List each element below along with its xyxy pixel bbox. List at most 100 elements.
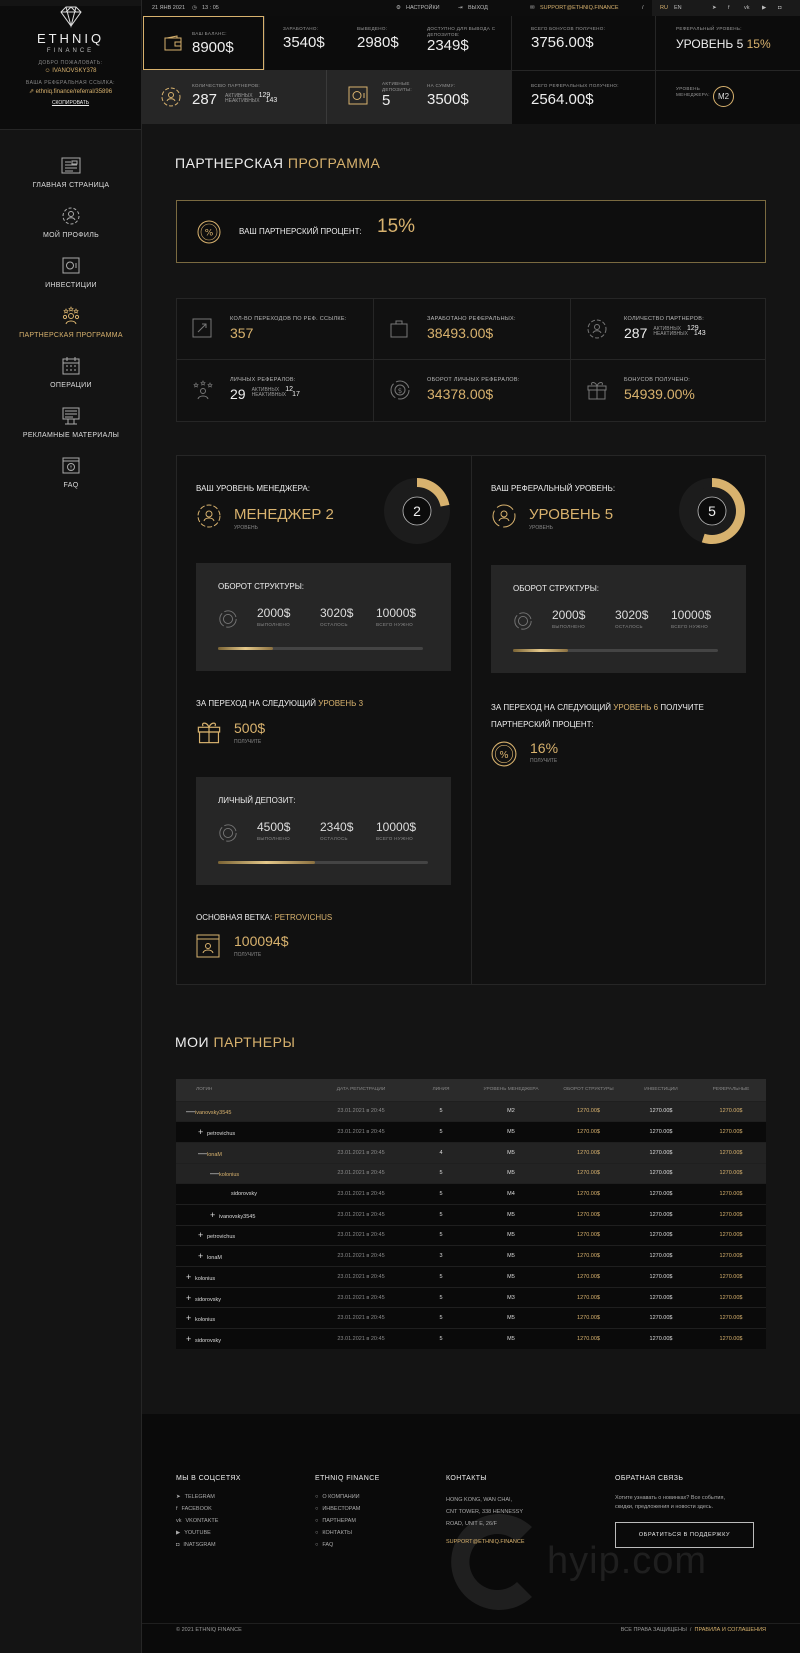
bonus-stat: ВСЕГО БОНУСОВ ПОЛУЧЕНО: 3756.00$ — [531, 26, 606, 51]
table-row[interactable]: —kolonius 23.01.2021 в 20:45 5 M5 1270.00$ 12… — [176, 1162, 766, 1184]
nav-home[interactable]: ГЛАВНАЯ СТРАНИЦА — [0, 156, 142, 189]
kpi-personal-refs: ЛИЧНЫХ РЕФЕРАЛОВ: 29 АКТИВНЫХ 12 НЕАКТИВНЫХ… — [230, 377, 300, 402]
referrals-cell: 1270.00$ — [696, 1141, 766, 1164]
footer-social: МЫ В СОЦСЕТЯХ ➤ TELEGRAM f FACEBOOK vk VKON… — [176, 1475, 241, 1548]
collapse-icon[interactable]: — — [210, 1168, 219, 1178]
expand-icon[interactable]: + — [186, 1272, 195, 1282]
table-row[interactable]: + petrovichus 23.01.2021 в 20:45 5 M5 1270.00… — [176, 1224, 766, 1246]
expand-icon[interactable]: + — [198, 1127, 207, 1137]
expand-icon[interactable]: + — [186, 1334, 195, 1344]
turnover-cell: 1270.00$ — [551, 1307, 626, 1329]
youtube-icon[interactable]: ▶ — [762, 5, 766, 11]
settings-link[interactable]: НАСТРОЙКИ — [406, 5, 440, 11]
divider — [264, 16, 265, 70]
footer-vk[interactable]: vk VKONTAKTE — [176, 1518, 241, 1524]
referrals-cell: 1270.00$ — [696, 1100, 766, 1122]
collapse-icon[interactable]: — — [186, 1106, 195, 1116]
footer-telegram[interactable]: ➤ TELEGRAM — [176, 1494, 241, 1500]
manager-level-cell: M4 — [471, 1183, 551, 1205]
footer-about[interactable]: ○ О КОМПАНИИ — [315, 1494, 380, 1500]
expand-icon[interactable]: + — [198, 1230, 207, 1240]
footer-instagram[interactable]: ◘ INATSGRAM — [176, 1542, 241, 1548]
ref-link[interactable]: ⇗ ethniq.finance/referral/35896 — [0, 88, 141, 95]
manager-level-name: МЕНЕДЖЕР 2 — [234, 506, 334, 523]
support-button[interactable]: ОБРАТИТЬСЯ В ПОДДЕРЖКУ — [615, 1522, 754, 1548]
manager-level-cell: M5 — [471, 1121, 551, 1143]
turnover-cell: 1270.00$ — [551, 1328, 626, 1350]
footer-facebook[interactable]: f FACEBOOK — [176, 1506, 241, 1512]
investments-cell: 1270.00$ — [626, 1183, 696, 1205]
expand-icon[interactable]: + — [198, 1251, 207, 1261]
svg-text:%: % — [499, 750, 508, 761]
coin-cycle-icon — [219, 824, 237, 842]
table-row[interactable]: + sidorovsky 23.01.2021 в 20:45 5 M3 1270.00$… — [176, 1286, 766, 1308]
nav-partner-program[interactable]: ПАРТНЕРСКАЯ ПРОГРАММА — [0, 306, 142, 339]
nav-faq[interactable]: FAQ — [0, 456, 142, 489]
footer-company: ETHNIQ FINANCE ○ О КОМПАНИИ ○ ИНВЕСТОРАМ ○… — [315, 1475, 380, 1548]
login-cell: —kolonius — [176, 1162, 311, 1184]
line-cell: 4 — [411, 1141, 471, 1164]
earned-stat: ЗАРАБОТАНО: 3540$ — [283, 26, 325, 51]
date-cell: 23.01.2021 в 20:45 — [311, 1162, 411, 1184]
page-title: ПАРТНЕРСКАЯ ПРОГРАММА — [175, 155, 381, 171]
telegram-icon[interactable]: ➤ — [712, 5, 717, 11]
footer-email-link[interactable]: SUPPORT@ETHNIQ.FINANCE — [446, 1536, 525, 1548]
date-cell: 23.01.2021 в 20:45 — [311, 1245, 411, 1267]
table-row[interactable]: + sidorovsky 23.01.2021 в 20:45 5 M5 1270.00$… — [176, 1328, 766, 1350]
kpi-earned: ЗАРАБОТАНО РЕФЕРАЛЬНЫХ: 38493.00$ — [427, 316, 516, 341]
footer-youtube[interactable]: ▶ YOUTUBE — [176, 1530, 241, 1536]
copy-link-button[interactable]: СКОПИРОВАТЬ — [0, 100, 141, 106]
nav-investments[interactable]: ИНВЕСТИЦИИ — [0, 256, 142, 289]
referral-user-icon — [492, 504, 516, 528]
kpi-partners: КОЛИЧЕСТВО ПАРТНЕРОВ: 287 АКТИВНЫХ 129 НЕАК… — [624, 316, 706, 341]
welcome-label: ДОБРО ПОЖАЛОВАТЬ: — [38, 60, 103, 66]
date-cell: 23.01.2021 в 20:45 — [311, 1266, 411, 1288]
nav-operations[interactable]: ОПЕРАЦИИ — [0, 356, 142, 389]
table-row[interactable]: + petrovichus 23.01.2021 в 20:45 5 M5 1270.00… — [176, 1121, 766, 1143]
collapse-icon[interactable]: — — [198, 1148, 207, 1158]
svg-text:$: $ — [398, 387, 402, 395]
deposit-progress — [218, 861, 428, 864]
circle-bullet-icon: ○ — [315, 1530, 319, 1536]
nav-profile[interactable]: МОЙ ПРОФИЛЬ — [0, 206, 142, 239]
main-branch-title: ОСНОВНАЯ ВЕТКА: PETROVICHUS — [196, 913, 333, 922]
expand-icon[interactable]: + — [186, 1313, 195, 1323]
sidebar: ETHNIQ FINANCE ДОБРО ПОЖАЛОВАТЬ: ☺ IVANO… — [0, 0, 142, 1653]
vk-icon: vk — [176, 1518, 182, 1524]
footer-investors[interactable]: ○ ИНВЕСТОРАМ — [315, 1506, 380, 1512]
logout-link[interactable]: ВЫХОД — [468, 5, 488, 11]
referrals-stars-icon — [193, 380, 213, 400]
lang-ru[interactable]: RU — [660, 5, 668, 11]
nav-ad-materials[interactable]: РЕКЛАМНЫЕ МАТЕРИАЛЫ — [0, 406, 142, 439]
vk-icon[interactable]: vk — [744, 5, 750, 11]
date-cell: 23.01.2021 в 20:45 — [311, 1183, 411, 1205]
gear-user-icon — [62, 207, 80, 225]
table-row[interactable]: sidorovsky 23.01.2021 в 20:45 5 M4 1270.00$ 1… — [176, 1183, 766, 1205]
expand-icon[interactable]: + — [210, 1210, 219, 1220]
expand-icon[interactable]: + — [186, 1293, 195, 1303]
instagram-icon: ◘ — [176, 1542, 180, 1548]
table-row[interactable]: + kolonius 23.01.2021 в 20:45 5 M5 1270.00$ 12… — [176, 1307, 766, 1329]
table-row[interactable]: + ivanovsky3545 23.01.2021 в 20:45 5 M5 1270.… — [176, 1203, 766, 1226]
brand-sub: FINANCE — [46, 48, 95, 54]
telegram-icon: ➤ — [176, 1494, 181, 1500]
date-cell: 23.01.2021 в 20:45 — [311, 1286, 411, 1308]
footer-faq[interactable]: ○ FAQ — [315, 1542, 380, 1548]
referral-reward-caption: ПОЛУЧИТЕ — [530, 758, 558, 764]
support-email-link[interactable]: SUPPORT@ETHNIQ.FINANCE — [540, 5, 619, 11]
instagram-icon[interactable]: ◘ — [778, 5, 781, 11]
lang-en[interactable]: EN — [674, 5, 682, 11]
turnover-cell: 1270.00$ — [551, 1286, 626, 1308]
table-row[interactable]: —ivanovsky3545 23.01.2021 в 20:45 5 M2 1270.… — [176, 1100, 766, 1122]
divider — [373, 298, 374, 422]
footer-partners[interactable]: ○ ПАРТНЕРАМ — [315, 1518, 380, 1524]
table-row[interactable]: + kolonius 23.01.2021 в 20:45 5 M5 1270.00$ 12… — [176, 1266, 766, 1288]
table-row[interactable]: + lonaM 23.01.2021 в 20:45 3 M5 1270.00$ 1270.… — [176, 1245, 766, 1267]
table-row[interactable]: —lonaM 23.01.2021 в 20:45 4 M5 1270.00$ 1270.… — [176, 1141, 766, 1164]
footer-contacts[interactable]: ○ КОНТАКТЫ — [315, 1530, 380, 1536]
date-cell: 23.01.2021 в 20:45 — [311, 1141, 411, 1164]
terms-link[interactable]: ПРАВИЛА И СОГЛАШЕНИЯ — [694, 1627, 766, 1633]
facebook-icon[interactable]: f — [728, 5, 730, 11]
circle-bullet-icon: ○ — [315, 1542, 319, 1548]
manager-level-cell: M2 — [471, 1100, 551, 1122]
